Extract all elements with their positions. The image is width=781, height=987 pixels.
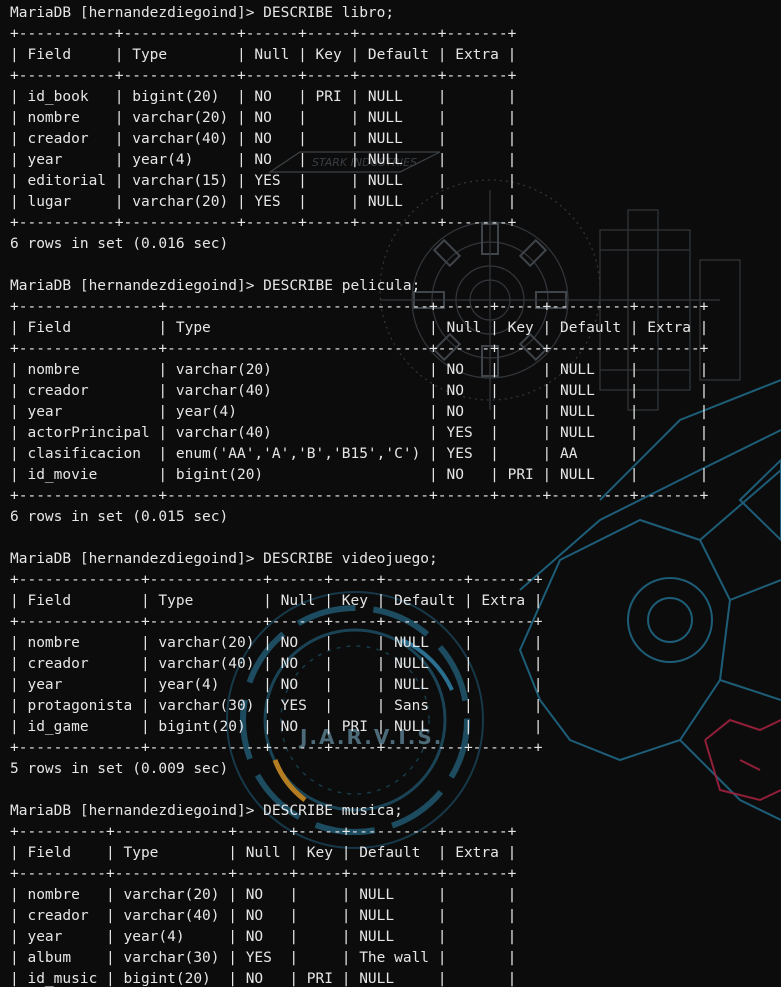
command-line: MariaDB [hernandezdiegoind]> DESCRIBE mu…: [10, 803, 403, 819]
command-line: MariaDB [hernandezdiegoind]> DESCRIBE pe…: [10, 278, 421, 294]
table-row: | id_book | bigint(20) | NO | PRI | NULL…: [10, 89, 517, 105]
table-border: +-----------+-------------+------+-----+…: [10, 215, 517, 231]
table-row: | lugar | varchar(20) | YES | | NULL | |: [10, 194, 517, 210]
table-border: +----------------+----------------------…: [10, 488, 709, 504]
table-row: | year | year(4) | NO | | NULL | |: [10, 929, 517, 945]
table-border: +--------------+-------------+------+---…: [10, 614, 543, 630]
result-summary: 6 rows in set (0.016 sec): [10, 236, 229, 252]
table-row: | creador | varchar(40) | NO | | NULL | …: [10, 908, 517, 924]
table-border: +--------------+-------------+------+---…: [10, 572, 543, 588]
table-row: | nombre | varchar(20) | NO | | NULL | |: [10, 362, 709, 378]
table-header-row: | Field | Type | Null | Key | Default | …: [10, 320, 709, 336]
table-row: | clasificacion | enum('AA','A','B','B15…: [10, 446, 709, 462]
table-row: | nombre | varchar(20) | NO | | NULL | |: [10, 635, 543, 651]
table-row: | id_game | bigint(20) | NO | PRI | NULL…: [10, 719, 543, 735]
table-row: | creador | varchar(40) | NO | | NULL | …: [10, 383, 709, 399]
table-row: | editorial | varchar(15) | YES | | NULL…: [10, 173, 517, 189]
table-row: | protagonista | varchar(30) | YES | | S…: [10, 698, 543, 714]
table-border: +-----------+-------------+------+-----+…: [10, 68, 517, 84]
table-border: +-----------+-------------+------+-----+…: [10, 26, 517, 42]
table-row: | creador | varchar(40) | NO | | NULL | …: [10, 656, 543, 672]
helmet-red-outline: [704, 718, 781, 802]
table-row: | id_music | bigint(20) | NO | PRI | NUL…: [10, 971, 517, 987]
table-row: | year | year(4) | NO | | NULL | |: [10, 677, 543, 693]
table-header-row: | Field | Type | Null | Key | Default | …: [10, 593, 543, 609]
table-row: | year | year(4) | NO | | NULL | |: [10, 152, 517, 168]
table-row: | nombre | varchar(20) | NO | | NULL | |: [10, 110, 517, 126]
table-border: +----------------+----------------------…: [10, 299, 709, 315]
terminal-output[interactable]: MariaDB [hernandezdiegoind]> DESCRIBE li…: [10, 3, 708, 987]
table-border: +--------------+-------------+------+---…: [10, 740, 543, 756]
table-header-row: | Field | Type | Null | Key | Default | …: [10, 845, 517, 861]
command-line: MariaDB [hernandezdiegoind]> DESCRIBE li…: [10, 5, 395, 21]
table-row: | year | year(4) | NO | | NULL | |: [10, 404, 709, 420]
table-row: | nombre | varchar(20) | NO | | NULL | |: [10, 887, 517, 903]
result-summary: 6 rows in set (0.015 sec): [10, 509, 229, 525]
table-border: +----------------+----------------------…: [10, 341, 709, 357]
command-line: MariaDB [hernandezdiegoind]> DESCRIBE vi…: [10, 551, 438, 567]
result-summary: 5 rows in set (0.009 sec): [10, 761, 229, 777]
table-row: | id_movie | bigint(20) | NO | PRI | NUL…: [10, 467, 709, 483]
table-row: | album | varchar(30) | YES | | The wall…: [10, 950, 517, 966]
table-header-row: | Field | Type | Null | Key | Default | …: [10, 47, 517, 63]
table-row: | actorPrincipal | varchar(40) | YES | |…: [10, 425, 709, 441]
table-border: +----------+-------------+------+-----+-…: [10, 866, 517, 882]
table-row: | creador | varchar(40) | NO | | NULL | …: [10, 131, 517, 147]
table-border: +----------+-------------+------+-----+-…: [10, 824, 517, 840]
